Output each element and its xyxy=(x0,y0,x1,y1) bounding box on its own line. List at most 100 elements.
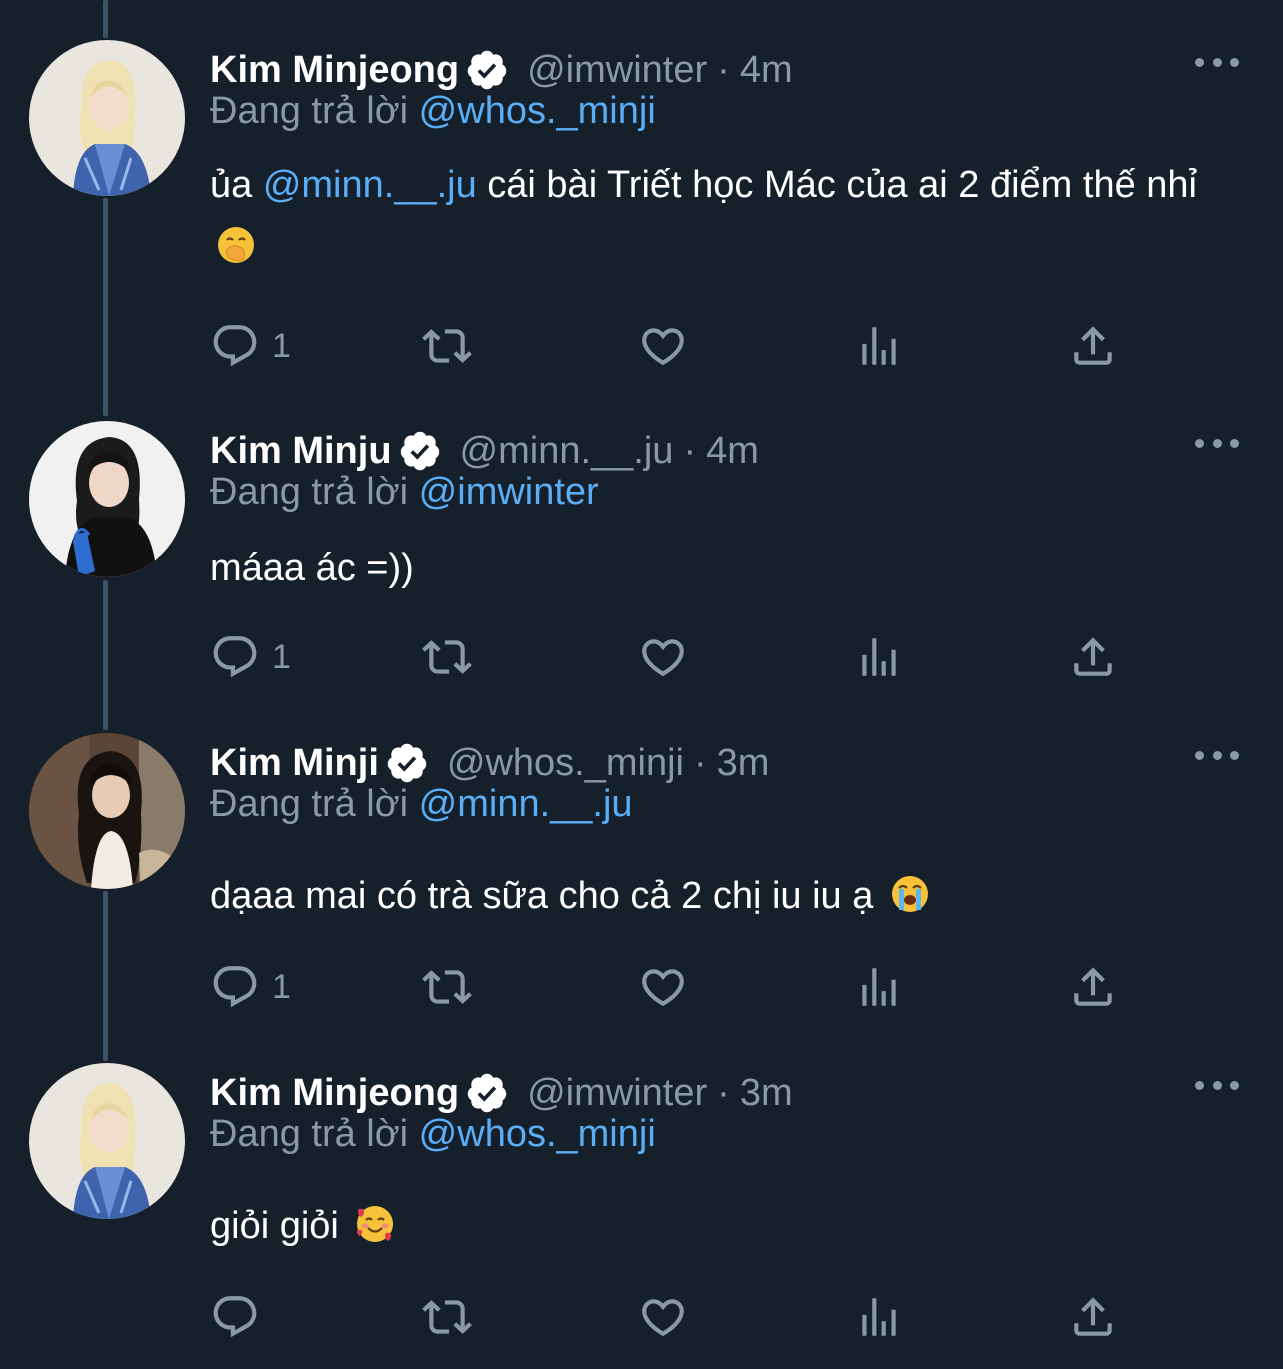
tweet[interactable]: Kim Minju @minn.__.ju · 4m Đang trả lời … xyxy=(0,421,1283,721)
verified-badge-icon xyxy=(387,743,427,783)
heart-icon xyxy=(642,639,684,677)
verified-badge-icon xyxy=(400,431,439,471)
views-button[interactable] xyxy=(854,627,904,687)
loudly-crying-face-icon xyxy=(891,876,928,912)
tweet[interactable]: Kim Minjeong @imwinter · 4m Đang trả lời… xyxy=(0,40,1283,390)
replying-to: Đang trả lời @whos._minji xyxy=(210,90,656,133)
retweet-button[interactable] xyxy=(422,957,472,1017)
verified-badge-icon xyxy=(467,1073,507,1113)
tweet-text-part: máaa ác =)) xyxy=(210,547,414,589)
reply-button[interactable]: 1 xyxy=(210,627,291,687)
replying-to-mention[interactable]: @whos._minji xyxy=(419,1113,656,1155)
tweet[interactable]: Kim Minjeong @imwinter · 3m Đang trả lời… xyxy=(0,1063,1283,1363)
retweet-button[interactable] xyxy=(422,627,472,687)
tweet-text: dạaa mai có trà sữa cho cả 2 chị iu iu ạ xyxy=(210,865,1230,927)
tweet-actions: 1 xyxy=(210,957,1130,1017)
user-handle[interactable]: @imwinter xyxy=(527,1072,707,1115)
timestamp[interactable]: 4m xyxy=(706,430,759,473)
views-icon xyxy=(862,638,896,676)
reply-prefix: Đang trả lời xyxy=(210,1113,409,1155)
reply-prefix: Đang trả lời xyxy=(210,90,409,132)
separator: · xyxy=(717,48,730,91)
tweet-text-part: ủa xyxy=(210,164,263,206)
reply-icon xyxy=(213,325,257,367)
reply-count: 1 xyxy=(272,967,291,1006)
views-button[interactable] xyxy=(854,316,904,376)
like-button[interactable] xyxy=(638,1287,688,1347)
reply-button[interactable]: 1 xyxy=(210,957,291,1017)
replying-to-mention[interactable]: @minn.__.ju xyxy=(419,783,633,825)
share-icon xyxy=(1074,1297,1112,1336)
separator: · xyxy=(717,1071,730,1114)
views-button[interactable] xyxy=(854,957,904,1017)
tweet[interactable]: Kim Minji @whos._minji · 3m Đang trả lời… xyxy=(0,733,1283,1053)
views-icon xyxy=(862,327,896,365)
views-icon xyxy=(862,1298,896,1336)
reply-prefix: Đang trả lời xyxy=(210,471,409,513)
display-name[interactable]: Kim Minjeong xyxy=(210,1072,459,1115)
face-with-hand-over-mouth-icon xyxy=(218,227,254,263)
share-button[interactable] xyxy=(1068,1287,1118,1347)
avatar[interactable] xyxy=(29,40,185,196)
smiling-face-with-hearts-icon xyxy=(357,1206,394,1242)
avatar[interactable] xyxy=(29,421,185,577)
replying-to: Đang trả lời @whos._minji xyxy=(210,1113,656,1156)
user-handle[interactable]: @imwinter xyxy=(527,49,707,92)
share-icon xyxy=(1074,637,1112,676)
share-icon xyxy=(1074,967,1112,1006)
like-button[interactable] xyxy=(638,627,688,687)
tweet-text-part: giỏi giỏi xyxy=(210,1205,339,1247)
more-options-icon[interactable] xyxy=(1195,737,1239,773)
like-button[interactable] xyxy=(638,957,688,1017)
views-icon xyxy=(862,968,896,1006)
user-handle[interactable]: @whos._minji xyxy=(447,742,684,785)
replying-to: Đang trả lời @minn.__.ju xyxy=(210,783,633,826)
reply-count: 1 xyxy=(272,326,291,365)
share-button[interactable] xyxy=(1068,316,1118,376)
reply-icon xyxy=(213,1296,257,1338)
timestamp[interactable]: 3m xyxy=(717,742,770,785)
display-name[interactable]: Kim Minjeong xyxy=(210,49,459,92)
more-options-icon[interactable] xyxy=(1195,44,1239,80)
tweet-mention[interactable]: @minn.__.ju xyxy=(263,164,477,206)
tweet-text: máaa ác =)) xyxy=(210,537,1230,599)
share-button[interactable] xyxy=(1068,957,1118,1017)
more-options-icon[interactable] xyxy=(1195,425,1239,461)
like-button[interactable] xyxy=(638,316,688,376)
retweet-button[interactable] xyxy=(422,316,472,376)
replying-to-mention[interactable]: @imwinter xyxy=(419,471,599,513)
tweet-actions: 1 xyxy=(210,627,1130,687)
tweet-thread: Kim Minjeong @imwinter · 4m Đang trả lời… xyxy=(0,0,1283,1369)
reply-icon xyxy=(213,636,257,678)
retweet-icon xyxy=(422,329,472,363)
timestamp[interactable]: 4m xyxy=(740,49,793,92)
user-handle[interactable]: @minn.__.ju xyxy=(460,430,674,473)
display-name[interactable]: Kim Minji xyxy=(210,742,379,785)
share-button[interactable] xyxy=(1068,627,1118,687)
reply-button[interactable] xyxy=(210,1287,272,1347)
more-options-icon[interactable] xyxy=(1195,1067,1239,1103)
reply-button[interactable]: 1 xyxy=(210,316,291,376)
tweet-text-part: cái bài Triết học Mác của ai 2 điểm thế … xyxy=(476,164,1197,206)
views-button[interactable] xyxy=(854,1287,904,1347)
reply-count: 1 xyxy=(272,637,291,676)
heart-icon xyxy=(642,969,684,1007)
timestamp[interactable]: 3m xyxy=(740,1072,793,1115)
replying-to-mention[interactable]: @whos._minji xyxy=(419,90,656,132)
avatar[interactable] xyxy=(29,1063,185,1219)
tweet-text-part: dạaa mai có trà sữa cho cả 2 chị iu iu ạ xyxy=(210,875,874,917)
tweet-actions xyxy=(210,1287,1130,1347)
avatar[interactable] xyxy=(29,733,185,889)
retweet-icon xyxy=(422,1300,472,1334)
tweet-text: ủa @minn.__.ju cái bài Triết học Mác của… xyxy=(210,154,1230,278)
replying-to: Đang trả lời @imwinter xyxy=(210,471,599,514)
retweet-button[interactable] xyxy=(422,1287,472,1347)
verified-badge-icon xyxy=(467,50,507,90)
separator: · xyxy=(693,741,707,784)
display-name[interactable]: Kim Minju xyxy=(210,430,392,473)
retweet-icon xyxy=(422,640,472,674)
retweet-icon xyxy=(422,970,472,1004)
heart-icon xyxy=(642,328,684,366)
heart-icon xyxy=(642,1299,684,1337)
tweet-actions: 1 xyxy=(210,316,1130,376)
